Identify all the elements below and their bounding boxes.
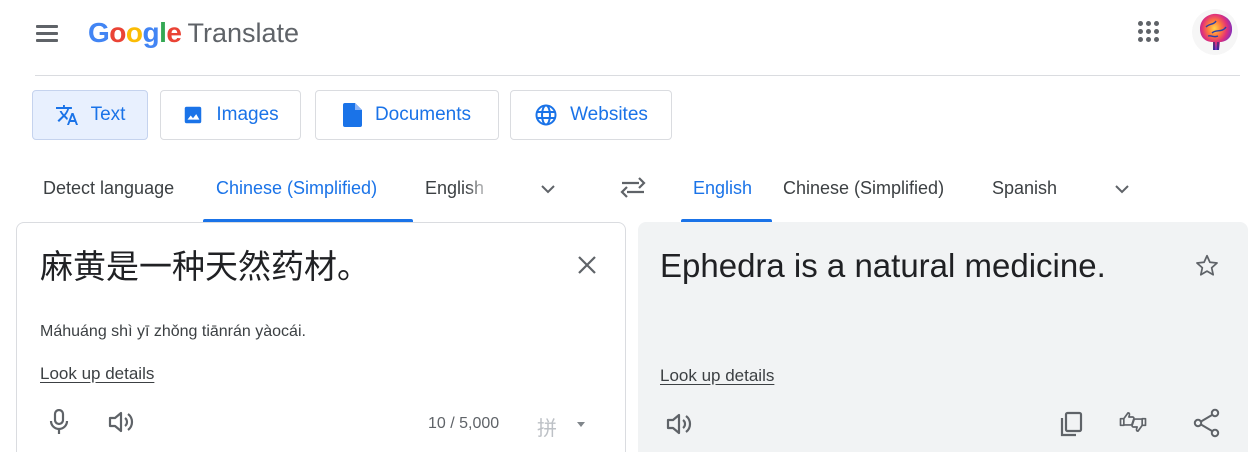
translate-icon	[55, 105, 78, 125]
apps-grid-icon[interactable]	[1136, 19, 1162, 45]
tab-websites-label: Websites	[570, 104, 648, 125]
copy-translation-icon[interactable]	[1056, 409, 1086, 439]
user-avatar[interactable]	[1192, 9, 1238, 55]
target-lang-spanish[interactable]: Spanish	[992, 177, 1057, 199]
translation-output-text: Ephedra is a natural medicine.	[660, 247, 1106, 284]
tab-documents[interactable]: Documents	[315, 90, 499, 140]
target-lang-more-chevron-down-icon[interactable]	[1110, 177, 1134, 201]
tab-documents-label: Documents	[374, 104, 472, 125]
tab-text-label: Text	[90, 104, 126, 125]
product-name: Translate	[187, 18, 300, 48]
target-look-up-details-link[interactable]: Look up details	[660, 366, 774, 386]
clear-source-close-icon[interactable]	[574, 252, 600, 278]
source-lang-more-chevron-down-icon[interactable]	[536, 177, 560, 201]
input-tool-pinyin[interactable]: 拼	[537, 412, 557, 441]
image-icon	[185, 106, 202, 124]
google-translate-logo[interactable]: Google Translate	[88, 13, 299, 53]
main-menu-button[interactable]	[34, 20, 60, 46]
source-listen-speaker-icon[interactable]	[107, 407, 137, 437]
source-text-input[interactable]: 麻黄是一种天然药材。	[40, 243, 370, 291]
target-lang-chinese-simplified[interactable]: Chinese (Simplified)	[783, 177, 944, 199]
input-tool-dropdown-caret-icon[interactable]	[577, 422, 585, 427]
logo-wordmark: Google	[88, 17, 182, 48]
tab-images[interactable]: Images	[160, 90, 301, 140]
tab-text[interactable]: Text	[32, 90, 148, 140]
save-translation-star-icon[interactable]	[1193, 252, 1221, 280]
tab-images-label: Images	[216, 104, 279, 125]
globe-icon	[535, 104, 557, 126]
source-look-up-details-link[interactable]: Look up details	[40, 364, 154, 384]
document-icon	[342, 103, 362, 127]
character-count: 10 / 5,000	[428, 415, 500, 432]
rate-translation-thumbs-icon[interactable]	[1118, 407, 1148, 437]
tab-websites[interactable]: Websites	[510, 90, 672, 140]
hamburger-menu-icon	[36, 25, 58, 28]
microphone-icon[interactable]	[44, 407, 74, 437]
target-lang-english[interactable]: English	[693, 177, 752, 199]
header-divider	[35, 75, 1240, 76]
swap-languages-icon[interactable]	[618, 174, 648, 202]
source-lang-chinese-simplified[interactable]: Chinese (Simplified)	[216, 177, 377, 199]
source-lang-detect[interactable]: Detect language	[43, 177, 174, 199]
target-listen-speaker-icon[interactable]	[665, 409, 695, 439]
source-romanization: Máhuáng shì yī zhǒng tiānrán yàocái.	[40, 323, 306, 340]
share-translation-icon[interactable]	[1192, 408, 1222, 438]
